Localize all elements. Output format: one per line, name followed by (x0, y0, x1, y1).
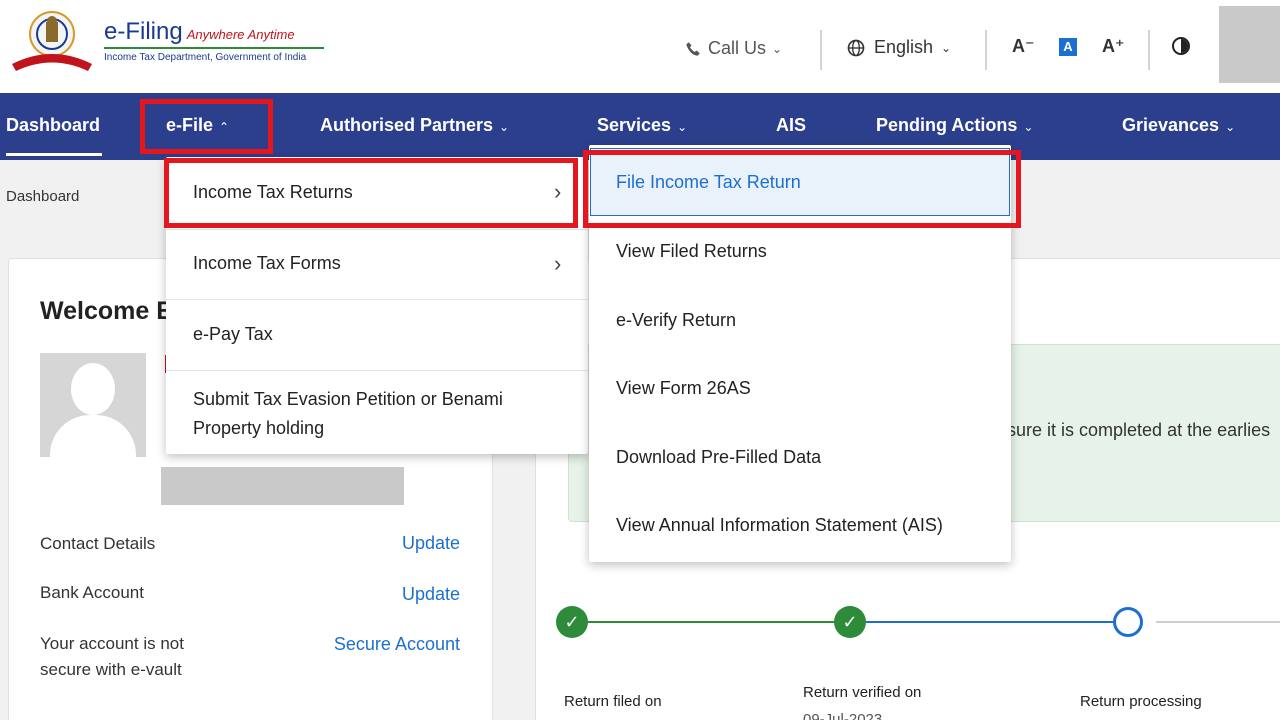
menu-view-ais[interactable]: View Annual Information Statement (AIS) (616, 515, 943, 536)
breadcrumb[interactable]: Dashboard (6, 188, 79, 205)
header-divider (820, 30, 822, 70)
nav-services-label: Services (597, 115, 672, 135)
pending-step-icon (1113, 607, 1143, 637)
profile-placeholder[interactable] (1219, 6, 1280, 83)
chevron-down-icon: ⌄ (499, 120, 510, 134)
chevron-right-icon: › (554, 251, 562, 276)
call-us-menu[interactable]: Call Us ⌄ (684, 38, 782, 59)
highlight-income-tax-returns (164, 158, 578, 228)
contact-details-label: Contact Details (40, 534, 156, 553)
nav-grievances-label: Grievances (1122, 115, 1220, 135)
highlight-file-itr (583, 150, 1021, 228)
redacted-info (161, 467, 404, 505)
progress-line-active (866, 621, 1126, 623)
step-label-verified: Return verified on (803, 684, 922, 701)
chevron-down-icon: ⌄ (941, 40, 952, 55)
nav-ais[interactable]: AIS (776, 115, 806, 136)
nav-ais-label: AIS (776, 115, 807, 135)
logo-title-text: e-Filing (104, 18, 183, 45)
evault-warning-text: Your account is not secure with e-vault (40, 634, 184, 679)
menu-tax-evasion-petition[interactable]: Submit Tax Evasion Petition or Benami Pr… (166, 370, 588, 454)
language-selector[interactable]: English ⌄ (846, 37, 951, 58)
nav-active-underline (6, 153, 102, 156)
notice-text: sure it is completed at the earlies (1007, 420, 1271, 440)
menu-view-filed-returns[interactable]: View Filed Returns (616, 241, 767, 262)
step-label-processing: Return processing (1080, 693, 1202, 710)
update-bank-link[interactable]: Update (402, 584, 460, 605)
chevron-down-icon: ⌄ (772, 41, 783, 56)
logo-rule (104, 47, 324, 49)
nav-grievances[interactable]: Grievances ⌄ (1122, 115, 1235, 136)
avatar-head (71, 363, 115, 415)
chevron-down-icon: ⌄ (1023, 120, 1034, 134)
nav-pending-actions[interactable]: Pending Actions ⌄ (876, 115, 1033, 136)
menu-item-label: Submit Tax Evasion Petition or Benami Pr… (193, 389, 503, 438)
highlight-efile (140, 99, 273, 154)
logo-title[interactable]: e-Filing Anywhere Anytime (104, 18, 295, 46)
step-label-filed: Return filed on (564, 693, 662, 710)
menu-download-prefilled-data[interactable]: Download Pre-Filled Data (616, 447, 821, 468)
header-divider (985, 30, 987, 70)
contrast-toggle-icon[interactable] (1172, 37, 1190, 55)
nav-authorised-partners-label: Authorised Partners (320, 115, 494, 135)
globe-icon (847, 39, 865, 56)
menu-item-label: e-Pay Tax (193, 324, 273, 344)
menu-item-label: Income Tax Forms (193, 253, 341, 273)
page: e-Filing Anywhere Anytime Income Tax Depa… (0, 0, 1280, 720)
logo-subtitle: Income Tax Department, Government of Ind… (104, 52, 307, 63)
header-divider (1148, 30, 1150, 70)
bank-account-label: Bank Account (40, 583, 144, 602)
menu-epay-tax[interactable]: e-Pay Tax (166, 299, 588, 370)
progress-line-done (588, 621, 836, 623)
font-default-button[interactable]: A (1059, 38, 1077, 56)
step-verified-date: 09-Jul-2023 (803, 711, 883, 720)
avatar (40, 353, 146, 457)
font-increase-button[interactable]: A⁺ (1102, 36, 1125, 57)
language-label: English (874, 37, 934, 57)
call-us-label: Call Us (708, 38, 767, 58)
avatar-body (50, 415, 136, 457)
logo-tagline: Anywhere Anytime (186, 27, 295, 42)
check-icon: ✓ (556, 606, 588, 638)
chevron-down-icon: ⌄ (1225, 120, 1236, 134)
emblem-logo-icon (12, 11, 92, 71)
phone-icon (686, 41, 700, 56)
update-contact-link[interactable]: Update (402, 533, 460, 554)
nav-pending-actions-label: Pending Actions (876, 115, 1018, 135)
site-header: e-Filing Anywhere Anytime Income Tax Depa… (0, 0, 1280, 93)
menu-view-form-26as[interactable]: View Form 26AS (616, 378, 751, 399)
chevron-down-icon: ⌄ (677, 120, 688, 134)
check-icon: ✓ (834, 606, 866, 638)
nav-authorised-partners[interactable]: Authorised Partners ⌄ (320, 115, 509, 136)
nav-dashboard[interactable]: Dashboard (6, 115, 100, 136)
menu-income-tax-forms[interactable]: Income Tax Forms › (166, 229, 588, 299)
font-decrease-button[interactable]: A⁻ (1012, 36, 1035, 57)
menu-everify-return[interactable]: e-Verify Return (616, 310, 736, 331)
nav-dashboard-label: Dashboard (6, 115, 101, 135)
nav-services[interactable]: Services ⌄ (597, 115, 687, 136)
progress-line-pending (1156, 621, 1280, 623)
secure-account-link[interactable]: Secure Account (334, 634, 460, 655)
welcome-heading: Welcome E (40, 297, 173, 325)
